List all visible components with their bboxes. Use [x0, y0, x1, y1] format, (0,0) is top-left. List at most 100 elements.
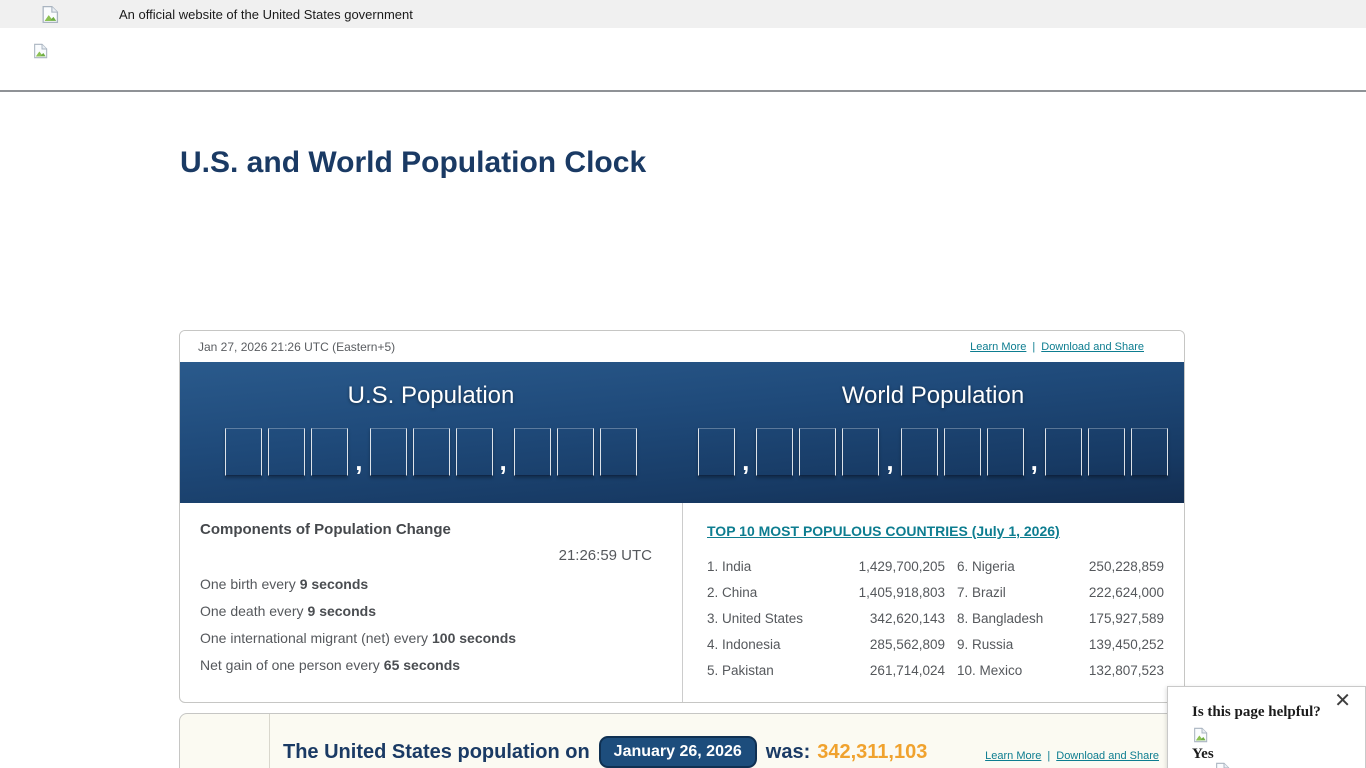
world-population-section: World Population ,,, — [682, 362, 1184, 503]
net-gain-value: 65 seconds — [383, 657, 461, 673]
page-helpful-feedback-widget: ✕ Is this page helpful? Yes — [1167, 686, 1366, 768]
population-clock-panel: Jan 27, 2026 21:26 UTC (Eastern+5) Learn… — [179, 330, 1185, 703]
bottom-panel-links: Learn More | Download and Share — [985, 750, 1159, 762]
digit-box — [225, 428, 263, 476]
birth-rate-prefix: One birth every — [200, 576, 296, 592]
country-row: 2. China 1,405,918,803 — [707, 579, 945, 605]
us-population-heading: U.S. Population — [347, 382, 515, 409]
digit-box — [311, 428, 349, 476]
digit-box — [1130, 428, 1168, 476]
us-population-section: U.S. Population ,, — [180, 362, 682, 503]
digit-box — [556, 428, 594, 476]
country-row: 3. United States 342,620,143 — [707, 605, 945, 631]
migrant-rate-prefix: One international migrant (net) every — [200, 630, 428, 646]
birth-rate-line: One birth every 9 seconds — [200, 577, 652, 591]
components-of-change-column: Components of Population Change 21:26:59… — [180, 503, 682, 702]
population-sentence-middle: was: — [765, 740, 811, 763]
digit-comma: , — [886, 446, 894, 476]
country-population: 261,714,024 — [869, 662, 945, 678]
country-population: 342,620,143 — [869, 610, 945, 626]
digit-box — [900, 428, 938, 476]
population-date-button[interactable]: January 26, 2026 — [598, 736, 757, 768]
thumbs-up-broken-image-icon[interactable] — [1192, 727, 1208, 743]
country-population: 175,927,589 — [1088, 610, 1164, 626]
clock-panel-header: Jan 27, 2026 21:26 UTC (Eastern+5) Learn… — [180, 331, 1184, 362]
population-sentence-prefix: The United States population on — [283, 740, 590, 763]
death-rate-line: One death every 9 seconds — [200, 604, 652, 618]
clock-blue-area: U.S. Population ,, World Population ,,, — [180, 362, 1184, 503]
country-population: 132,807,523 — [1088, 662, 1164, 678]
bottom-link-separator: | — [1047, 750, 1051, 762]
digit-comma: , — [1030, 446, 1038, 476]
close-icon[interactable]: ✕ — [1334, 691, 1351, 711]
digit-box — [799, 428, 837, 476]
country-name: 1. India — [707, 558, 752, 574]
country-name: 9. Russia — [957, 636, 1014, 652]
bottom-download-and-share-link[interactable]: Download and Share — [1056, 750, 1159, 762]
clock-content-row: Components of Population Change 21:26:59… — [180, 503, 1184, 702]
country-name: 6. Nigeria — [957, 558, 1015, 574]
net-gain-line: Net gain of one person every 65 seconds — [200, 658, 652, 672]
digit-box — [268, 428, 306, 476]
country-name: 2. China — [707, 584, 758, 600]
digit-box — [412, 428, 450, 476]
country-population: 1,429,700,205 — [858, 558, 945, 574]
top10-countries-column: TOP 10 MOST POPULOUS COUNTRIES (July 1, … — [682, 503, 1184, 702]
country-name: 5. Pakistan — [707, 662, 774, 678]
thumbs-down-broken-image-icon[interactable] — [1214, 762, 1230, 768]
learn-more-link[interactable]: Learn More — [970, 341, 1026, 353]
digit-comma: , — [499, 446, 507, 476]
download-and-share-link[interactable]: Download and Share — [1041, 341, 1144, 353]
migrant-rate-value: 100 seconds — [432, 630, 517, 646]
net-gain-prefix: Net gain of one person every — [200, 657, 380, 673]
country-name: 3. United States — [707, 610, 804, 626]
digit-box — [1087, 428, 1125, 476]
top10-countries-link[interactable]: TOP 10 MOST POPULOUS COUNTRIES (July 1, … — [707, 523, 1060, 539]
country-name: 10. Mexico — [957, 662, 1023, 678]
country-name: 7. Brazil — [957, 584, 1006, 600]
country-row: 1. India 1,429,700,205 — [707, 553, 945, 579]
world-population-heading: World Population — [841, 382, 1025, 409]
utc-time: 21:26:59 UTC — [558, 547, 652, 564]
digit-box — [599, 428, 637, 476]
census-logo-broken-image-icon[interactable] — [32, 43, 48, 59]
feedback-question: Is this page helpful? — [1192, 704, 1321, 720]
country-name: 8. Bangladesh — [957, 610, 1044, 626]
country-row: 6. Nigeria 250,228,859 — [957, 553, 1164, 579]
digit-box — [986, 428, 1024, 476]
top10-left-column: 1. India 1,429,700,205 2. China 1,405,918,8… — [707, 553, 945, 683]
clock-panel-links: Learn More | Download and Share — [970, 341, 1144, 353]
digit-box — [513, 428, 551, 476]
digit-box — [455, 428, 493, 476]
country-row: 5. Pakistan 261,714,024 — [707, 657, 945, 683]
world-population-digits: ,,, — [695, 426, 1171, 476]
digit-box — [842, 428, 880, 476]
country-population: 222,624,000 — [1088, 584, 1164, 600]
digit-comma: , — [355, 446, 363, 476]
migrant-rate-line: One international migrant (net) every 100… — [200, 631, 652, 645]
country-row: 10. Mexico 132,807,523 — [957, 657, 1164, 683]
death-rate-prefix: One death every — [200, 603, 304, 619]
us-population-date-panel: The United States population on January … — [179, 713, 1185, 768]
page-title: U.S. and World Population Clock — [180, 146, 647, 179]
digit-box — [943, 428, 981, 476]
digit-box — [698, 428, 736, 476]
bottom-panel-left-cell — [180, 714, 270, 768]
site-header — [0, 28, 1366, 92]
gov-banner: An official website of the United States… — [0, 0, 1366, 28]
country-population: 250,228,859 — [1088, 558, 1164, 574]
feedback-yes-label[interactable]: Yes — [1192, 746, 1214, 763]
digit-comma: , — [742, 446, 750, 476]
clock-timestamp: Jan 27, 2026 21:26 UTC (Eastern+5) — [198, 339, 396, 354]
us-population-sentence: The United States population on January … — [283, 736, 927, 768]
link-separator: | — [1032, 340, 1036, 353]
bottom-learn-more-link[interactable]: Learn More — [985, 750, 1041, 762]
banner-text: An official website of the United States… — [119, 6, 413, 22]
top10-countries-grid: 1. India 1,429,700,205 2. China 1,405,918,8… — [707, 553, 1164, 683]
digit-box — [756, 428, 794, 476]
country-population: 139,450,252 — [1088, 636, 1164, 652]
country-population: 285,562,809 — [869, 636, 945, 652]
death-rate-value: 9 seconds — [307, 603, 376, 619]
digit-box — [1044, 428, 1082, 476]
top10-right-column: 6. Nigeria 250,228,859 7. Brazil 222,624,00… — [957, 553, 1164, 683]
